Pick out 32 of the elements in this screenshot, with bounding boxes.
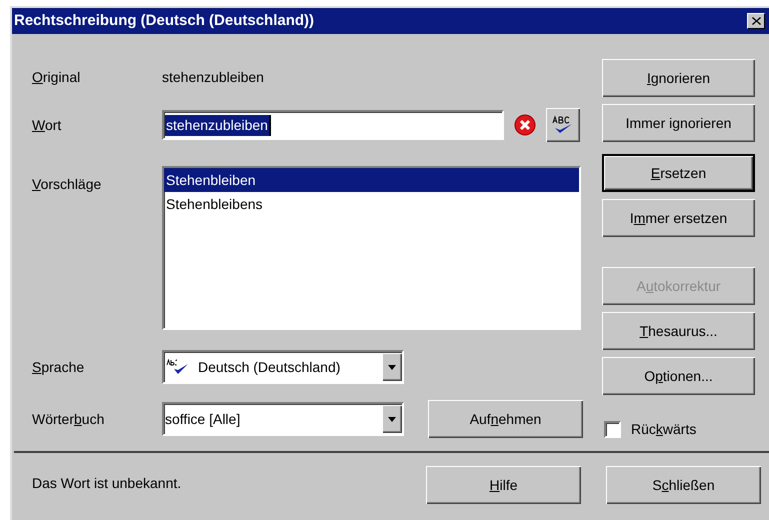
field-label: Wörterbuch: [32, 410, 106, 428]
action-button[interactable]: Ignorieren: [602, 59, 755, 97]
suggestions-list[interactable]: Stehenbleiben Stehenbleibens: [162, 166, 581, 330]
suggestion-item[interactable]: Stehenbleiben: [164, 168, 579, 192]
footer-button[interactable]: Hilfe: [426, 466, 581, 504]
field-label: Original: [32, 68, 82, 87]
error-icon: [514, 114, 536, 136]
checkbox[interactable]: [604, 421, 621, 438]
spellcheck-icon: [166, 359, 190, 375]
action-button[interactable]: Immer ersetzen: [602, 199, 755, 237]
dropdown-arrow-icon: [388, 364, 396, 370]
window-title: Rechtschreibung (Deutsch (Deutschland)): [14, 10, 314, 31]
close-button[interactable]: [747, 13, 765, 29]
action-button[interactable]: Thesaurus...: [602, 312, 755, 350]
status-message: Das Wort ist unbekannt.: [32, 474, 182, 492]
action-button[interactable]: Optionen...: [602, 357, 755, 395]
add-button[interactable]: Aufnehmen: [428, 400, 583, 438]
suggestion-item[interactable]: Stehenbleibens: [164, 192, 579, 216]
footer-button[interactable]: Schließen: [606, 466, 761, 504]
action-button[interactable]: Ersetzen: [602, 154, 755, 192]
field-label: Vorschläge: [32, 175, 102, 194]
field-label: Wort: [32, 116, 62, 134]
language-dropdown[interactable]: Deutsch (Deutschland): [162, 350, 404, 384]
dictionary-dropdown[interactable]: soffice [Alle]: [162, 402, 404, 436]
action-button[interactable]: Immer ignorieren: [602, 104, 755, 142]
checkbox-label: Rückwärts: [631, 420, 696, 439]
dropdown-arrow-icon: [388, 416, 396, 422]
close-icon: [752, 17, 760, 25]
field-label: Sprache: [32, 358, 86, 377]
spellcheck-button[interactable]: [546, 108, 580, 142]
word-field[interactable]: stehenzubleiben: [162, 110, 504, 140]
original-word: stehenzubleiben: [162, 68, 264, 86]
